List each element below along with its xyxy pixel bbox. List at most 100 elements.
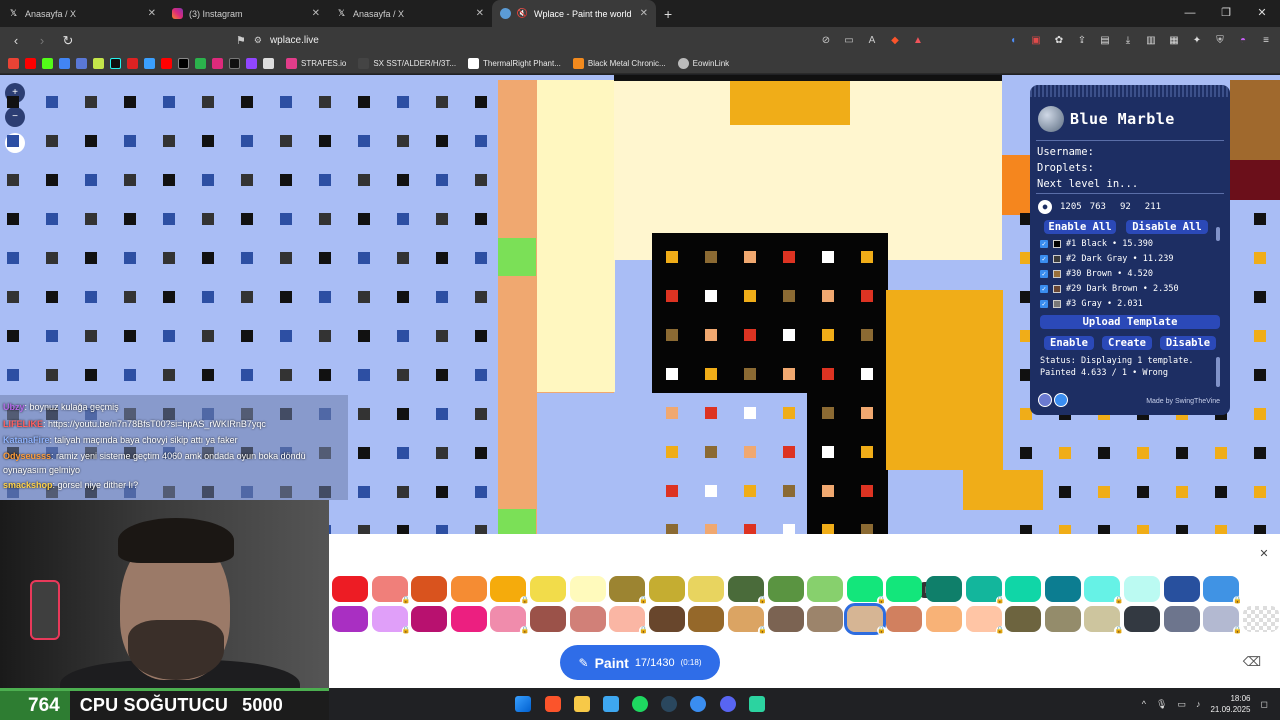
- volume-icon[interactable]: ♪: [1196, 699, 1201, 709]
- bookmark-sx[interactable]: SX SST/ALDER/H/3T...: [358, 58, 456, 69]
- disable-all-button[interactable]: Disable All: [1126, 220, 1208, 234]
- chevron-up-icon[interactable]: ^: [1142, 699, 1146, 709]
- coord-tile-y[interactable]: 763: [1090, 202, 1106, 212]
- color-swatch[interactable]: [1163, 606, 1200, 632]
- twitch-icon[interactable]: [246, 58, 257, 69]
- coord-pixel-x[interactable]: 92: [1120, 202, 1131, 212]
- close-tab-icon[interactable]: ✕: [476, 8, 484, 19]
- profile-icon[interactable]: ◓: [1237, 35, 1249, 47]
- google-icon[interactable]: [59, 58, 70, 69]
- cast-icon[interactable]: ▭: [843, 35, 855, 46]
- color-swatch[interactable]: [648, 606, 685, 632]
- url-field[interactable]: ⚑ ⚙ wplace.live: [236, 34, 319, 47]
- vpn-shield-icon[interactable]: ⛨: [1214, 35, 1226, 47]
- youtube-icon[interactable]: [25, 58, 36, 69]
- color-row[interactable]: ✓ #1 Black • 15.390: [1040, 237, 1220, 252]
- eye-off-icon[interactable]: ⊘: [820, 35, 832, 46]
- color-swatch[interactable]: [1242, 606, 1279, 632]
- discord-icon[interactable]: [720, 696, 736, 712]
- red-app-icon[interactable]: [127, 58, 138, 69]
- color-swatch[interactable]: [926, 606, 962, 632]
- sidebar-icon[interactable]: ▥: [1145, 35, 1157, 47]
- bookmark-eowinlink[interactable]: EowinLink: [677, 58, 729, 69]
- docs-icon[interactable]: [144, 58, 155, 69]
- green-app-icon[interactable]: [195, 58, 206, 69]
- spotify-icon[interactable]: [632, 696, 648, 712]
- tab-instagram[interactable]: (3) Instagram ✕: [164, 0, 328, 27]
- color-swatch[interactable]: [530, 576, 566, 602]
- tab-x-home-2[interactable]: 𝕏 Anasayfa / X ✕: [328, 0, 492, 27]
- color-swatch[interactable]: [411, 576, 448, 602]
- location-pin-icon[interactable]: ●: [1038, 200, 1052, 214]
- close-tab-icon[interactable]: ✕: [148, 8, 156, 19]
- minimize-icon[interactable]: —: [1172, 0, 1208, 27]
- globe-icon[interactable]: [1038, 106, 1064, 132]
- bookmark-icon[interactable]: ⚑: [236, 34, 246, 47]
- color-swatch[interactable]: [1044, 576, 1081, 602]
- menu-icon[interactable]: ≡: [1260, 35, 1272, 47]
- zoom-out-button[interactable]: −: [5, 107, 25, 127]
- enable-button[interactable]: Enable: [1044, 336, 1094, 350]
- app-taskbar-icon[interactable]: [690, 696, 706, 712]
- close-window-icon[interactable]: ✕: [1244, 0, 1280, 27]
- notification-icon[interactable]: ◻: [1261, 699, 1268, 710]
- color-swatch[interactable]: [1044, 606, 1081, 632]
- tab-wplace[interactable]: 🔇 Wplace - Paint the world ✕: [492, 0, 656, 27]
- color-swatch[interactable]: [569, 606, 606, 632]
- photos-icon[interactable]: [603, 696, 619, 712]
- color-swatch[interactable]: [886, 576, 923, 602]
- color-swatch[interactable]: [450, 606, 487, 632]
- tiktok-icon[interactable]: [110, 58, 121, 69]
- instagram-icon[interactable]: [212, 58, 223, 69]
- color-swatch[interactable]: [1005, 606, 1042, 632]
- color-swatch[interactable]: [332, 606, 368, 632]
- tab-x-home-1[interactable]: 𝕏 Anasayfa / X ✕: [0, 0, 164, 27]
- share-icon[interactable]: ⇪: [1076, 35, 1088, 47]
- kick-icon[interactable]: [42, 58, 53, 69]
- status-scrollbar[interactable]: [1216, 357, 1220, 387]
- leo-ai-icon[interactable]: ✦: [1191, 35, 1203, 47]
- color-swatch[interactable]: [1124, 576, 1160, 602]
- x-bookmark-icon[interactable]: [178, 58, 189, 69]
- color-row[interactable]: ✓ #3 Gray • 2.031: [1040, 296, 1220, 311]
- back-icon[interactable]: ‹: [8, 33, 24, 48]
- steam-taskbar-icon[interactable]: [661, 696, 677, 712]
- brave-shield-icon[interactable]: ◆: [889, 35, 901, 46]
- download-icon[interactable]: ⤓: [1122, 35, 1134, 47]
- globe-link-icon[interactable]: [1054, 393, 1068, 407]
- wallet-icon[interactable]: ▤: [1099, 35, 1111, 47]
- color-swatch[interactable]: [688, 606, 725, 632]
- screenshot-icon[interactable]: ▦: [1168, 35, 1180, 47]
- puzzle-icon[interactable]: ✿: [1053, 35, 1065, 47]
- close-palette-icon[interactable]: ✕: [1256, 546, 1272, 562]
- bookmark-black-metal[interactable]: Black Metal Chronic...: [572, 58, 666, 69]
- new-tab-button[interactable]: +: [664, 6, 672, 22]
- bookmark-thermalright[interactable]: ThermalRight Phant...: [468, 58, 561, 69]
- steam-icon[interactable]: [76, 58, 87, 69]
- color-swatch[interactable]: [688, 576, 725, 602]
- enable-all-button[interactable]: Enable All: [1044, 220, 1116, 234]
- color-swatch[interactable]: [530, 606, 566, 632]
- color-swatch[interactable]: [1005, 576, 1042, 602]
- color-row[interactable]: ✓ #2 Dark Gray • 11.239: [1040, 252, 1220, 267]
- checkbox[interactable]: ✓: [1040, 255, 1048, 264]
- checkbox[interactable]: ✓: [1040, 299, 1048, 308]
- speech-icon[interactable]: ◖: [1007, 35, 1019, 47]
- coord-pixel-y[interactable]: 211: [1145, 202, 1161, 212]
- coord-tile-x[interactable]: 1205: [1060, 202, 1082, 212]
- paint-button[interactable]: ✎ Paint 17/1430 (0:18): [560, 645, 720, 680]
- color-swatch[interactable]: [926, 576, 962, 602]
- color-swatch[interactable]: [1124, 606, 1160, 632]
- upload-template-button[interactable]: Upload Template: [1040, 315, 1220, 329]
- restore-icon[interactable]: ❐: [1208, 0, 1244, 27]
- close-tab-icon[interactable]: ✕: [312, 8, 320, 19]
- create-button[interactable]: Create: [1102, 336, 1152, 350]
- network-icon[interactable]: ▭: [1177, 699, 1186, 710]
- disable-button[interactable]: Disable: [1160, 336, 1216, 350]
- mute-icon[interactable]: 🔇: [517, 8, 528, 19]
- app-icon[interactable]: [263, 58, 274, 69]
- checkbox[interactable]: ✓: [1040, 284, 1048, 293]
- clock[interactable]: 18:06 21.09.2025: [1210, 693, 1250, 715]
- forward-icon[interactable]: ›: [34, 33, 50, 48]
- xr-icon[interactable]: [229, 58, 240, 69]
